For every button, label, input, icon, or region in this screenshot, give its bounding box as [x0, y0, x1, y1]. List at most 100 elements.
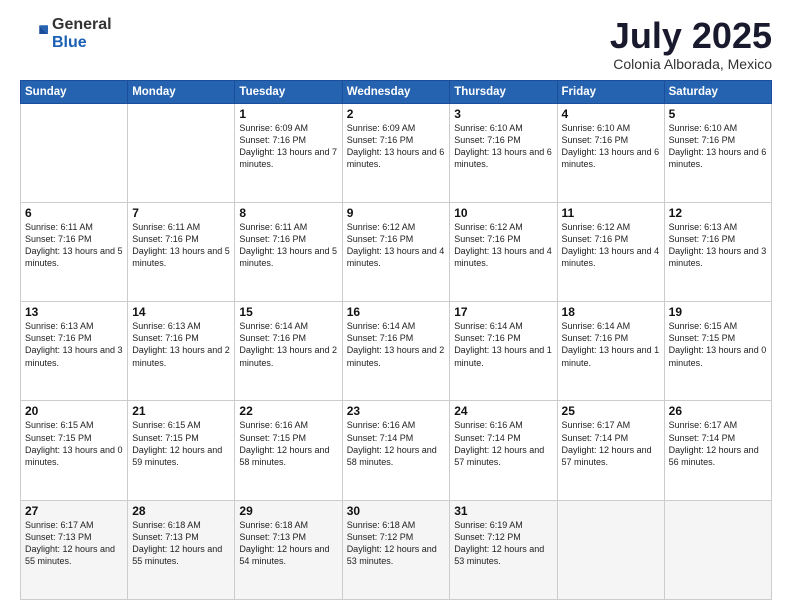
- week-row-5: 27Sunrise: 6:17 AM Sunset: 7:13 PM Dayli…: [21, 500, 772, 599]
- day-info: Sunrise: 6:15 AM Sunset: 7:15 PM Dayligh…: [132, 419, 230, 468]
- header-day-saturday: Saturday: [664, 80, 771, 103]
- day-info: Sunrise: 6:13 AM Sunset: 7:16 PM Dayligh…: [132, 320, 230, 369]
- day-cell: 6Sunrise: 6:11 AM Sunset: 7:16 PM Daylig…: [21, 202, 128, 301]
- day-info: Sunrise: 6:14 AM Sunset: 7:16 PM Dayligh…: [347, 320, 446, 369]
- day-number: 23: [347, 404, 446, 418]
- day-info: Sunrise: 6:14 AM Sunset: 7:16 PM Dayligh…: [239, 320, 337, 369]
- day-info: Sunrise: 6:10 AM Sunset: 7:16 PM Dayligh…: [669, 122, 767, 171]
- day-number: 18: [562, 305, 660, 319]
- day-number: 12: [669, 206, 767, 220]
- day-number: 13: [25, 305, 123, 319]
- day-cell: 23Sunrise: 6:16 AM Sunset: 7:14 PM Dayli…: [342, 401, 450, 500]
- day-info: Sunrise: 6:15 AM Sunset: 7:15 PM Dayligh…: [25, 419, 123, 468]
- day-info: Sunrise: 6:13 AM Sunset: 7:16 PM Dayligh…: [669, 221, 767, 270]
- header-day-wednesday: Wednesday: [342, 80, 450, 103]
- day-number: 14: [132, 305, 230, 319]
- title-block: July 2025 Colonia Alborada, Mexico: [610, 16, 772, 72]
- day-info: Sunrise: 6:18 AM Sunset: 7:13 PM Dayligh…: [239, 519, 337, 568]
- day-number: 29: [239, 504, 337, 518]
- day-number: 20: [25, 404, 123, 418]
- header-row: SundayMondayTuesdayWednesdayThursdayFrid…: [21, 80, 772, 103]
- calendar-header: SundayMondayTuesdayWednesdayThursdayFrid…: [21, 80, 772, 103]
- day-info: Sunrise: 6:18 AM Sunset: 7:13 PM Dayligh…: [132, 519, 230, 568]
- day-cell: 11Sunrise: 6:12 AM Sunset: 7:16 PM Dayli…: [557, 202, 664, 301]
- day-cell: [21, 103, 128, 202]
- week-row-3: 13Sunrise: 6:13 AM Sunset: 7:16 PM Dayli…: [21, 302, 772, 401]
- day-cell: 18Sunrise: 6:14 AM Sunset: 7:16 PM Dayli…: [557, 302, 664, 401]
- day-number: 17: [454, 305, 552, 319]
- day-number: 16: [347, 305, 446, 319]
- calendar-body: 1Sunrise: 6:09 AM Sunset: 7:16 PM Daylig…: [21, 103, 772, 599]
- day-cell: [128, 103, 235, 202]
- day-number: 7: [132, 206, 230, 220]
- header-day-tuesday: Tuesday: [235, 80, 342, 103]
- logo-general: General: [52, 16, 112, 34]
- day-number: 2: [347, 107, 446, 121]
- day-number: 10: [454, 206, 552, 220]
- week-row-1: 1Sunrise: 6:09 AM Sunset: 7:16 PM Daylig…: [21, 103, 772, 202]
- day-cell: 22Sunrise: 6:16 AM Sunset: 7:15 PM Dayli…: [235, 401, 342, 500]
- day-cell: [557, 500, 664, 599]
- day-number: 11: [562, 206, 660, 220]
- day-cell: 24Sunrise: 6:16 AM Sunset: 7:14 PM Dayli…: [450, 401, 557, 500]
- day-cell: 31Sunrise: 6:19 AM Sunset: 7:12 PM Dayli…: [450, 500, 557, 599]
- day-number: 21: [132, 404, 230, 418]
- day-info: Sunrise: 6:14 AM Sunset: 7:16 PM Dayligh…: [562, 320, 660, 369]
- day-info: Sunrise: 6:12 AM Sunset: 7:16 PM Dayligh…: [454, 221, 552, 270]
- day-number: 19: [669, 305, 767, 319]
- day-cell: 27Sunrise: 6:17 AM Sunset: 7:13 PM Dayli…: [21, 500, 128, 599]
- day-number: 15: [239, 305, 337, 319]
- day-cell: 5Sunrise: 6:10 AM Sunset: 7:16 PM Daylig…: [664, 103, 771, 202]
- day-cell: 25Sunrise: 6:17 AM Sunset: 7:14 PM Dayli…: [557, 401, 664, 500]
- day-number: 1: [239, 107, 337, 121]
- day-number: 8: [239, 206, 337, 220]
- day-cell: 29Sunrise: 6:18 AM Sunset: 7:13 PM Dayli…: [235, 500, 342, 599]
- day-number: 9: [347, 206, 446, 220]
- day-info: Sunrise: 6:13 AM Sunset: 7:16 PM Dayligh…: [25, 320, 123, 369]
- day-info: Sunrise: 6:11 AM Sunset: 7:16 PM Dayligh…: [25, 221, 123, 270]
- logo-blue: Blue: [52, 34, 112, 52]
- day-info: Sunrise: 6:18 AM Sunset: 7:12 PM Dayligh…: [347, 519, 446, 568]
- day-info: Sunrise: 6:09 AM Sunset: 7:16 PM Dayligh…: [239, 122, 337, 171]
- day-number: 5: [669, 107, 767, 121]
- day-info: Sunrise: 6:16 AM Sunset: 7:14 PM Dayligh…: [454, 419, 552, 468]
- day-cell: 20Sunrise: 6:15 AM Sunset: 7:15 PM Dayli…: [21, 401, 128, 500]
- day-cell: 16Sunrise: 6:14 AM Sunset: 7:16 PM Dayli…: [342, 302, 450, 401]
- day-cell: 21Sunrise: 6:15 AM Sunset: 7:15 PM Dayli…: [128, 401, 235, 500]
- day-number: 4: [562, 107, 660, 121]
- day-number: 24: [454, 404, 552, 418]
- logo: General Blue: [20, 16, 112, 51]
- day-info: Sunrise: 6:09 AM Sunset: 7:16 PM Dayligh…: [347, 122, 446, 171]
- day-info: Sunrise: 6:17 AM Sunset: 7:13 PM Dayligh…: [25, 519, 123, 568]
- day-info: Sunrise: 6:16 AM Sunset: 7:15 PM Dayligh…: [239, 419, 337, 468]
- day-cell: 26Sunrise: 6:17 AM Sunset: 7:14 PM Dayli…: [664, 401, 771, 500]
- day-cell: 7Sunrise: 6:11 AM Sunset: 7:16 PM Daylig…: [128, 202, 235, 301]
- day-info: Sunrise: 6:17 AM Sunset: 7:14 PM Dayligh…: [669, 419, 767, 468]
- day-cell: 14Sunrise: 6:13 AM Sunset: 7:16 PM Dayli…: [128, 302, 235, 401]
- day-cell: 17Sunrise: 6:14 AM Sunset: 7:16 PM Dayli…: [450, 302, 557, 401]
- day-cell: [664, 500, 771, 599]
- day-info: Sunrise: 6:11 AM Sunset: 7:16 PM Dayligh…: [132, 221, 230, 270]
- day-number: 30: [347, 504, 446, 518]
- day-cell: 3Sunrise: 6:10 AM Sunset: 7:16 PM Daylig…: [450, 103, 557, 202]
- day-number: 26: [669, 404, 767, 418]
- header: General Blue July 2025 Colonia Alborada,…: [20, 16, 772, 72]
- day-info: Sunrise: 6:14 AM Sunset: 7:16 PM Dayligh…: [454, 320, 552, 369]
- week-row-4: 20Sunrise: 6:15 AM Sunset: 7:15 PM Dayli…: [21, 401, 772, 500]
- day-cell: 15Sunrise: 6:14 AM Sunset: 7:16 PM Dayli…: [235, 302, 342, 401]
- day-info: Sunrise: 6:17 AM Sunset: 7:14 PM Dayligh…: [562, 419, 660, 468]
- header-day-friday: Friday: [557, 80, 664, 103]
- day-cell: 30Sunrise: 6:18 AM Sunset: 7:12 PM Dayli…: [342, 500, 450, 599]
- day-info: Sunrise: 6:12 AM Sunset: 7:16 PM Dayligh…: [347, 221, 446, 270]
- header-day-sunday: Sunday: [21, 80, 128, 103]
- day-number: 3: [454, 107, 552, 121]
- day-cell: 10Sunrise: 6:12 AM Sunset: 7:16 PM Dayli…: [450, 202, 557, 301]
- day-cell: 1Sunrise: 6:09 AM Sunset: 7:16 PM Daylig…: [235, 103, 342, 202]
- day-cell: 4Sunrise: 6:10 AM Sunset: 7:16 PM Daylig…: [557, 103, 664, 202]
- day-cell: 9Sunrise: 6:12 AM Sunset: 7:16 PM Daylig…: [342, 202, 450, 301]
- day-info: Sunrise: 6:15 AM Sunset: 7:15 PM Dayligh…: [669, 320, 767, 369]
- day-number: 27: [25, 504, 123, 518]
- header-day-monday: Monday: [128, 80, 235, 103]
- day-number: 25: [562, 404, 660, 418]
- day-info: Sunrise: 6:10 AM Sunset: 7:16 PM Dayligh…: [454, 122, 552, 171]
